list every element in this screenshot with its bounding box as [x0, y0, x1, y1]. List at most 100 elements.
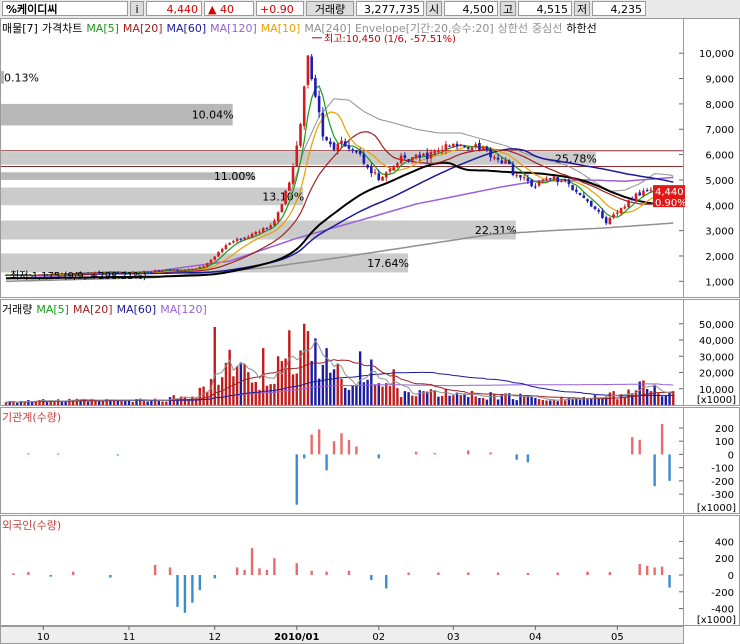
volume-bar: [478, 397, 481, 405]
volume-bar: [235, 366, 239, 405]
foreign-bar: [198, 575, 202, 591]
volume-bar: [593, 395, 597, 405]
foreign-bar: [265, 569, 269, 575]
volume-unit-label: [x1000]: [697, 395, 736, 406]
volume-bar: [30, 402, 34, 405]
candle-body: [239, 238, 243, 240]
volume-bar: [616, 399, 619, 405]
candle-body: [280, 204, 284, 213]
institutional-bar: [515, 454, 518, 460]
volume-bar: [515, 400, 518, 405]
candle-body: [485, 146, 489, 150]
foreign-bar: [668, 575, 671, 588]
volume-bar: [664, 396, 668, 405]
foreign-axis-label: 0: [728, 571, 734, 582]
volume-bar: [299, 350, 302, 405]
candle-body: [496, 157, 500, 160]
candle-body: [407, 159, 410, 161]
candle-body: [265, 227, 269, 229]
stock-chart[interactable]: 25.78%13.10%22.31%17.64%11.00%10.04%0.13…: [0, 18, 740, 644]
foreign-bar: [213, 575, 216, 579]
candle-body: [642, 190, 645, 196]
volume-bar: [411, 395, 414, 405]
volume-bar: [306, 331, 310, 405]
foreign-unit-label: [x1000]: [697, 615, 736, 626]
volume-bar: [668, 392, 671, 405]
candle-body: [511, 164, 515, 175]
institutional-bar: [638, 439, 641, 455]
candle-body: [343, 141, 347, 147]
candle-body: [172, 269, 176, 271]
candle-body: [649, 189, 653, 191]
candle-body: [489, 149, 492, 158]
candle-body: [269, 225, 272, 229]
candle-body: [548, 178, 552, 180]
price-change: ▲ 40: [204, 1, 254, 16]
candle-body: [384, 172, 388, 178]
candle-body: [507, 160, 511, 165]
foreign-bar: [273, 558, 276, 575]
candle-body: [179, 270, 183, 272]
candle-body: [232, 241, 235, 243]
candle-body: [295, 145, 299, 167]
volume-axis-label: 40,000: [699, 336, 734, 347]
candle-body: [168, 269, 172, 271]
volume-bar: [426, 391, 429, 405]
last-price-tag-pct: 0.90%: [655, 198, 687, 209]
candle-body: [474, 144, 477, 147]
volume-bar: [68, 398, 71, 405]
foreign-bar: [258, 568, 261, 575]
volume-bar: [571, 398, 574, 405]
candle-body: [425, 152, 429, 160]
info-button[interactable]: i: [130, 1, 144, 16]
institutional-bar: [27, 453, 30, 455]
stock-name-field[interactable]: %케이디씨: [2, 1, 128, 16]
price-axis-label: 6,000: [705, 151, 734, 162]
candle-body: [466, 147, 470, 149]
candle-body: [164, 269, 168, 271]
candle-body: [161, 270, 164, 272]
candle-body: [575, 189, 578, 192]
volume-bar: [474, 396, 477, 405]
volume-bar: [381, 386, 384, 405]
x-axis-label: 05: [611, 632, 624, 643]
volume-bar: [161, 401, 164, 405]
x-axis-label: 10: [37, 632, 50, 643]
volume-bar: [370, 359, 373, 405]
candle-body: [4, 275, 8, 277]
volume-bar: [522, 396, 526, 405]
volume-bar: [396, 388, 399, 405]
volume-bar: [347, 389, 351, 405]
candle-body: [254, 231, 258, 235]
candle-body: [578, 192, 582, 195]
price-legend-item: 상한선: [498, 22, 528, 35]
institutional-bar: [116, 454, 120, 456]
volume-bar: [455, 392, 459, 405]
high-value: 4,515: [518, 1, 572, 16]
volume-bar: [340, 378, 343, 405]
volume-profile-band: [1, 187, 304, 206]
candle-body: [291, 166, 295, 184]
candle-body: [399, 155, 403, 164]
candle-body: [537, 181, 541, 186]
candle-body: [235, 238, 239, 242]
candle-body: [634, 193, 638, 201]
volume-bar: [545, 400, 548, 405]
candle-body: [370, 166, 373, 174]
foreign-bar: [191, 575, 194, 603]
candle-body: [645, 190, 649, 192]
volume-axis-label: 30,000: [699, 352, 734, 363]
price-legend-item: 매물[7]: [2, 22, 38, 35]
volume-bar: [403, 391, 407, 405]
candle-body: [589, 200, 593, 207]
volume-profile-label: 17.64%: [367, 257, 409, 270]
volume-bar: [325, 348, 328, 405]
volume-bar: [157, 400, 161, 405]
candle-body: [258, 231, 261, 233]
foreign-bar: [176, 575, 179, 607]
candle-body: [206, 262, 209, 267]
price-legend-item: MA[20]: [123, 22, 163, 35]
candle-body: [567, 179, 571, 185]
volume-legend-item: MA[60]: [117, 303, 157, 316]
candle-body: [519, 175, 522, 178]
